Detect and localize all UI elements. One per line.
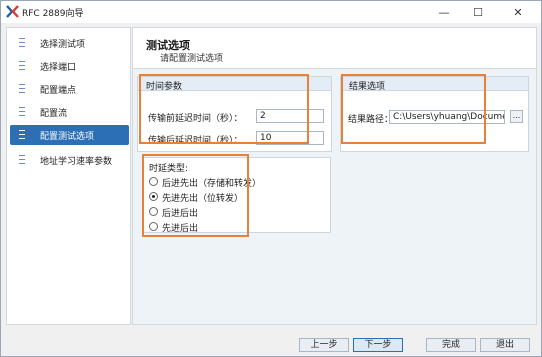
sidebar-item-test-options[interactable]: 配置测试选项 xyxy=(10,125,129,145)
post-delay-input[interactable]: 10 xyxy=(256,131,324,145)
minimize-icon: — xyxy=(438,5,450,19)
list-icon xyxy=(19,61,25,70)
page-header: 测试选项 请配置测试选项 xyxy=(133,28,536,68)
list-icon xyxy=(19,84,25,93)
time-params-group: 时间参数 传输前延迟时间（秒）： 2 传输后延迟时间（秒）： 10 xyxy=(137,76,332,152)
sidebar-item-select-tests[interactable]: 选择测试项 xyxy=(10,33,129,53)
sidebar-item-label: 配置端点 xyxy=(40,86,77,96)
radio-label: 先进后出 xyxy=(162,224,199,234)
radio-button[interactable] xyxy=(149,207,158,216)
previous-button[interactable]: 上一步 xyxy=(299,338,349,352)
sidebar-item-label: 配置流 xyxy=(40,109,68,119)
main-panel: 测试选项 请配置测试选项 时间参数 传输前延迟时间（秒）： 2 传输后延迟时间（… xyxy=(132,27,537,325)
title-bar: RFC 2889向导 — ☐ ✕ xyxy=(1,1,541,23)
group-header: 结果选项 xyxy=(341,77,528,92)
browse-button[interactable]: ... xyxy=(510,110,523,123)
maximize-button[interactable]: ☐ xyxy=(461,1,495,23)
next-button[interactable]: 下一步 xyxy=(353,338,403,352)
wizard-sidebar: 选择测试项 选择端口 配置端点 配置流 配置测试选项 地址学习速率参数 xyxy=(6,27,131,325)
radio-label: 后进后出 xyxy=(162,209,199,219)
sidebar-item-configure-streams[interactable]: 配置流 xyxy=(10,102,129,122)
list-icon xyxy=(19,38,25,47)
window-title: RFC 2889向导 xyxy=(22,9,84,19)
minimize-button[interactable]: — xyxy=(427,1,461,23)
maximize-icon: ☐ xyxy=(473,5,483,19)
exit-button[interactable]: 退出 xyxy=(480,338,530,352)
group-header: 时间参数 xyxy=(138,77,331,92)
close-button[interactable]: ✕ xyxy=(501,1,535,23)
sidebar-item-label: 配置测试选项 xyxy=(40,132,95,142)
list-icon xyxy=(19,107,25,116)
finish-button[interactable]: 完成 xyxy=(426,338,476,352)
radio-label: 先进先出（位转发） xyxy=(162,194,244,204)
sidebar-item-configure-endpoints[interactable]: 配置端点 xyxy=(10,79,129,99)
sidebar-item-label: 选择测试项 xyxy=(40,40,86,50)
result-options-group: 结果选项 结果路径： C:\Users\yhuang\Documents\Xin… xyxy=(340,76,529,152)
radio-button-selected[interactable] xyxy=(149,192,158,201)
result-path-input[interactable]: C:\Users\yhuang\Documents\Xinertel xyxy=(389,110,505,124)
pre-delay-input[interactable]: 2 xyxy=(256,109,324,123)
group-title: 时间参数 xyxy=(146,82,183,92)
radio-button[interactable] xyxy=(149,177,158,186)
radio-label: 后进先出（存储和转发） xyxy=(162,179,262,189)
latency-type-group: 时延类型: 后进先出（存储和转发） 先进先出（位转发） 后进后出 先进后出 xyxy=(142,157,331,234)
sidebar-item-select-ports[interactable]: 选择端口 xyxy=(10,56,129,76)
close-icon: ✕ xyxy=(513,5,523,19)
latency-type-title: 时延类型: xyxy=(149,164,189,174)
radio-button[interactable] xyxy=(149,222,158,231)
sidebar-item-label: 选择端口 xyxy=(40,63,77,73)
list-icon xyxy=(19,155,25,164)
post-delay-label: 传输后延迟时间（秒）： xyxy=(148,136,243,146)
app-logo-icon xyxy=(6,5,19,18)
pre-delay-label: 传输前延迟时间（秒）： xyxy=(148,114,243,124)
group-title: 结果选项 xyxy=(349,82,386,92)
page-subtitle: 请配置测试选项 xyxy=(160,54,224,64)
sidebar-item-label: 地址学习速率参数 xyxy=(40,157,113,167)
options-content: 时间参数 传输前延迟时间（秒）： 2 传输后延迟时间（秒）： 10 结果选项 结… xyxy=(133,68,536,324)
wizard-window: RFC 2889向导 — ☐ ✕ 选择测试项 选择端口 配置端点 配置流 配置测… xyxy=(0,0,542,357)
list-icon xyxy=(19,130,25,139)
sidebar-item-address-learning[interactable]: 地址学习速率参数 xyxy=(10,150,129,170)
result-path-label: 结果路径： xyxy=(348,115,394,125)
